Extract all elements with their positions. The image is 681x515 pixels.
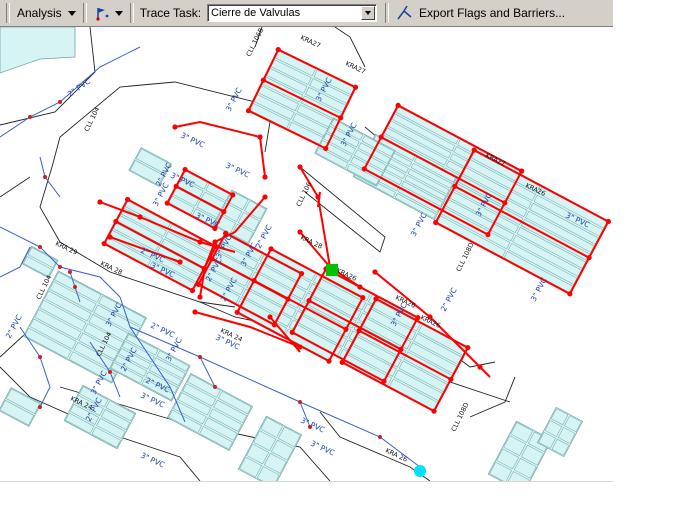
junction-node bbox=[315, 194, 321, 200]
pipe-node bbox=[58, 265, 62, 269]
export-flags-barriers-button[interactable]: Export Flags and Barriers... bbox=[393, 2, 568, 24]
toolbar-divider bbox=[82, 3, 87, 23]
junction-node bbox=[357, 284, 363, 290]
chevron-down-icon bbox=[114, 10, 123, 16]
street-label: CLL 106 bbox=[295, 181, 314, 208]
pipe-label: 3" PVC bbox=[224, 161, 251, 180]
pipe-node bbox=[378, 435, 382, 439]
city-block bbox=[487, 420, 553, 481]
pipe-label: 3" PVC bbox=[89, 369, 109, 396]
pipe-label: 3" PVC bbox=[224, 86, 244, 113]
pipe-node bbox=[28, 115, 32, 119]
pipe-label: 2" PVC bbox=[4, 313, 24, 340]
window-frame-right bbox=[613, 0, 681, 514]
pipe-label: 3" PVC bbox=[179, 131, 206, 150]
junction-node bbox=[297, 164, 303, 170]
chevron-down-icon bbox=[67, 10, 76, 16]
pipe-node bbox=[38, 355, 42, 359]
traced-connector bbox=[174, 120, 266, 178]
pipe-label: 3" PVC bbox=[299, 416, 326, 435]
junction-node bbox=[477, 364, 483, 370]
junction-node bbox=[107, 234, 113, 240]
trace-task-value: Cierre de Valvulas bbox=[211, 7, 301, 19]
street-edge bbox=[319, 411, 431, 481]
street-edge bbox=[469, 376, 516, 418]
barrier-marker[interactable] bbox=[414, 465, 426, 477]
flag-tool-button[interactable] bbox=[91, 2, 126, 24]
trace-line-icon bbox=[397, 5, 412, 20]
pipe-label: 2" PVC bbox=[439, 286, 459, 313]
water-body bbox=[0, 27, 76, 74]
street-label: CLL 104 bbox=[83, 106, 102, 133]
city-block bbox=[0, 387, 42, 427]
junction-node bbox=[267, 314, 273, 320]
junction-node bbox=[197, 239, 203, 245]
junction-flag[interactable] bbox=[326, 264, 338, 276]
city-block bbox=[237, 415, 303, 481]
pipe-node bbox=[38, 405, 42, 409]
junction-node bbox=[372, 269, 378, 275]
junction-node bbox=[297, 344, 303, 350]
pipe-label: 3" PVC bbox=[309, 439, 336, 458]
street-label: CLL 106B bbox=[245, 27, 266, 58]
flag-icon bbox=[96, 8, 109, 21]
toolbar-divider bbox=[129, 3, 134, 23]
street-edge bbox=[0, 176, 31, 198]
pipe-label: 3" PVC bbox=[139, 451, 166, 470]
junction-node bbox=[197, 294, 203, 300]
pipe-node bbox=[298, 400, 302, 404]
street-label: CLL 108D bbox=[455, 241, 476, 273]
pipe-label: 3" PVC bbox=[529, 276, 549, 303]
pipe-node bbox=[73, 285, 77, 289]
toolbar-divider bbox=[385, 3, 390, 23]
junction-node bbox=[177, 259, 183, 265]
street-label: KRA 28 bbox=[99, 260, 124, 277]
street-label: KRA27 bbox=[344, 60, 367, 76]
pipe-label: 2" PVC bbox=[66, 77, 92, 99]
street-label: KRA27 bbox=[299, 34, 322, 50]
water-polygon bbox=[0, 27, 76, 74]
pipe-label: 3" PVC bbox=[164, 336, 184, 363]
street-label: CLL 108D bbox=[450, 401, 471, 433]
street-label: KRA 29 bbox=[54, 240, 79, 257]
junction-node bbox=[192, 309, 198, 315]
toolbar-grip[interactable] bbox=[6, 3, 10, 23]
analysis-menu-button[interactable]: Analysis bbox=[14, 2, 79, 24]
junction-node bbox=[257, 134, 263, 140]
trace-task-label: Trace Task: bbox=[139, 6, 202, 20]
junction-node bbox=[137, 214, 143, 220]
map-display[interactable]: KRA27 KRA27 CLL 106B CLL 104 KRA 29 KRA 28 KRA… bbox=[0, 27, 613, 481]
junction-node bbox=[97, 199, 103, 205]
window-frame-bottom bbox=[0, 481, 613, 515]
chevron-down-icon bbox=[365, 11, 372, 15]
pipe-node bbox=[43, 175, 47, 179]
pipe-label: 3" PVC bbox=[409, 211, 429, 238]
analysis-menu-label: Analysis bbox=[17, 6, 62, 20]
junction-node bbox=[212, 239, 218, 245]
pipe-node bbox=[198, 355, 202, 359]
city-block bbox=[21, 245, 59, 279]
pipe-node bbox=[58, 100, 62, 104]
street-label: KRA 28 bbox=[299, 234, 324, 251]
junction-node bbox=[262, 174, 268, 180]
export-flags-label: Export Flags and Barriers... bbox=[419, 6, 566, 20]
junction-node bbox=[172, 124, 178, 130]
map-canvas[interactable]: KRA27 KRA27 CLL 106B CLL 104 KRA 29 KRA 28 KRA… bbox=[0, 27, 613, 481]
pipe-node bbox=[38, 245, 42, 249]
junction-node bbox=[262, 194, 268, 200]
trace-task-select[interactable]: Cierre de Valvulas bbox=[207, 4, 378, 22]
pipe-node bbox=[68, 270, 72, 274]
pipe-node bbox=[213, 385, 217, 389]
trace-task-dropdown-button[interactable] bbox=[361, 6, 376, 20]
analysis-toolbar: Analysis Trace Task: Cierre de Valvulas … bbox=[0, 0, 613, 27]
